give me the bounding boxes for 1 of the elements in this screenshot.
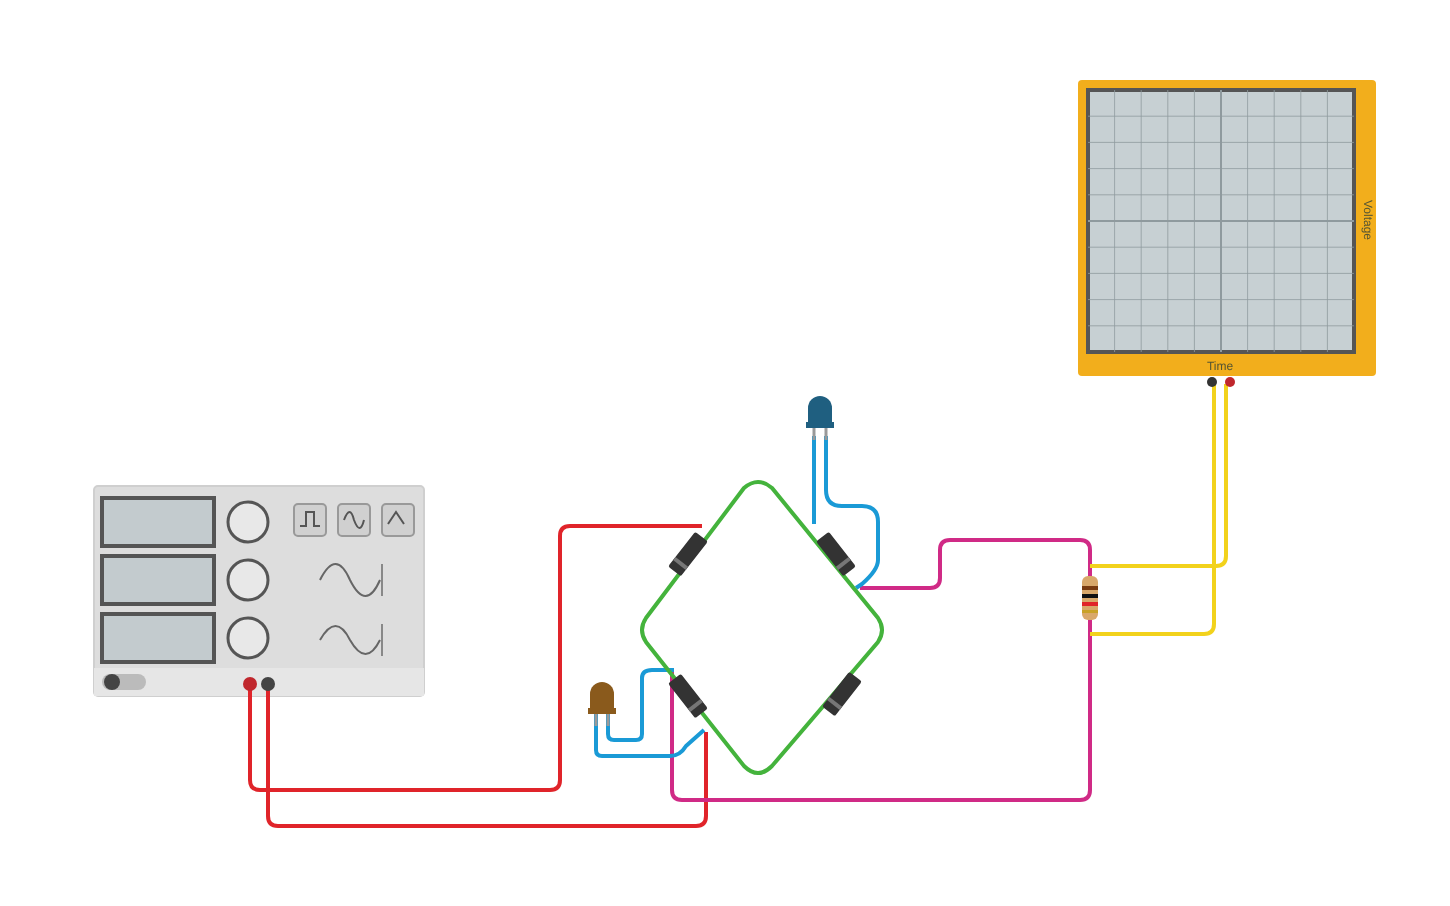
resistor — [1082, 576, 1098, 620]
